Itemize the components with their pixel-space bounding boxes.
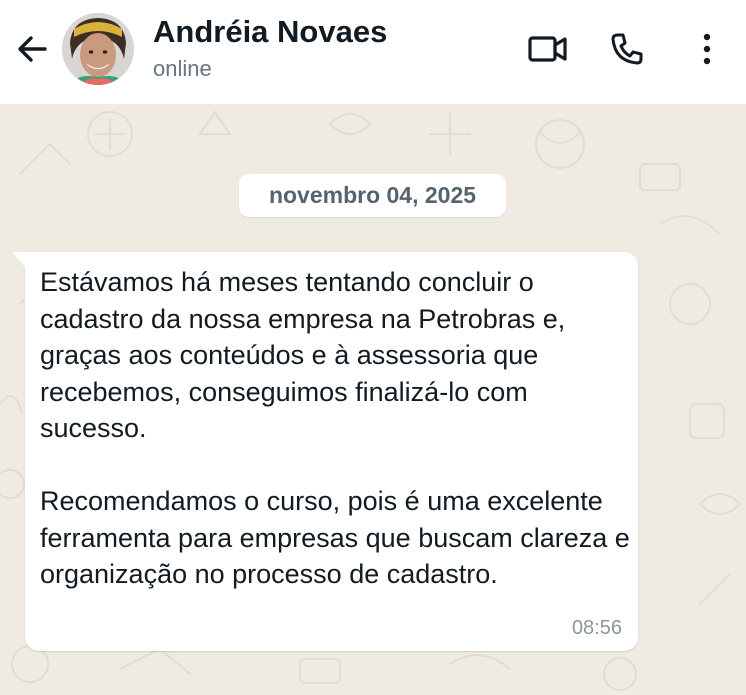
more-options-button[interactable] xyxy=(684,26,730,72)
chat-header: Andréia Novaes online xyxy=(0,0,746,104)
message-paragraph: Recomendamos o curso, pois é uma excelen… xyxy=(40,486,630,589)
video-call-icon xyxy=(528,36,567,62)
back-button[interactable] xyxy=(10,27,54,71)
bubble-tail xyxy=(12,252,26,268)
contact-status: online xyxy=(153,56,212,81)
message-text: Estávamos há meses tentando concluir o c… xyxy=(40,264,634,593)
phone-call-icon xyxy=(611,33,643,65)
message-paragraph: Estávamos há meses tentando concluir o c… xyxy=(40,267,566,443)
video-call-button[interactable] xyxy=(525,26,571,72)
message-bubble[interactable]: Estávamos há meses tentando concluir o c… xyxy=(12,252,638,651)
voice-call-button[interactable] xyxy=(604,26,650,72)
chat-area[interactable]: novembro 04, 2025 Estávamos há meses ten… xyxy=(0,104,746,695)
back-arrow-icon xyxy=(18,36,47,62)
more-options-icon xyxy=(703,33,711,65)
date-separator: novembro 04, 2025 xyxy=(239,174,506,217)
message-time: 08:56 xyxy=(571,617,622,639)
contact-photo xyxy=(62,13,134,85)
contact-name[interactable]: Andréia Novaes xyxy=(153,14,387,50)
avatar[interactable] xyxy=(62,13,134,85)
